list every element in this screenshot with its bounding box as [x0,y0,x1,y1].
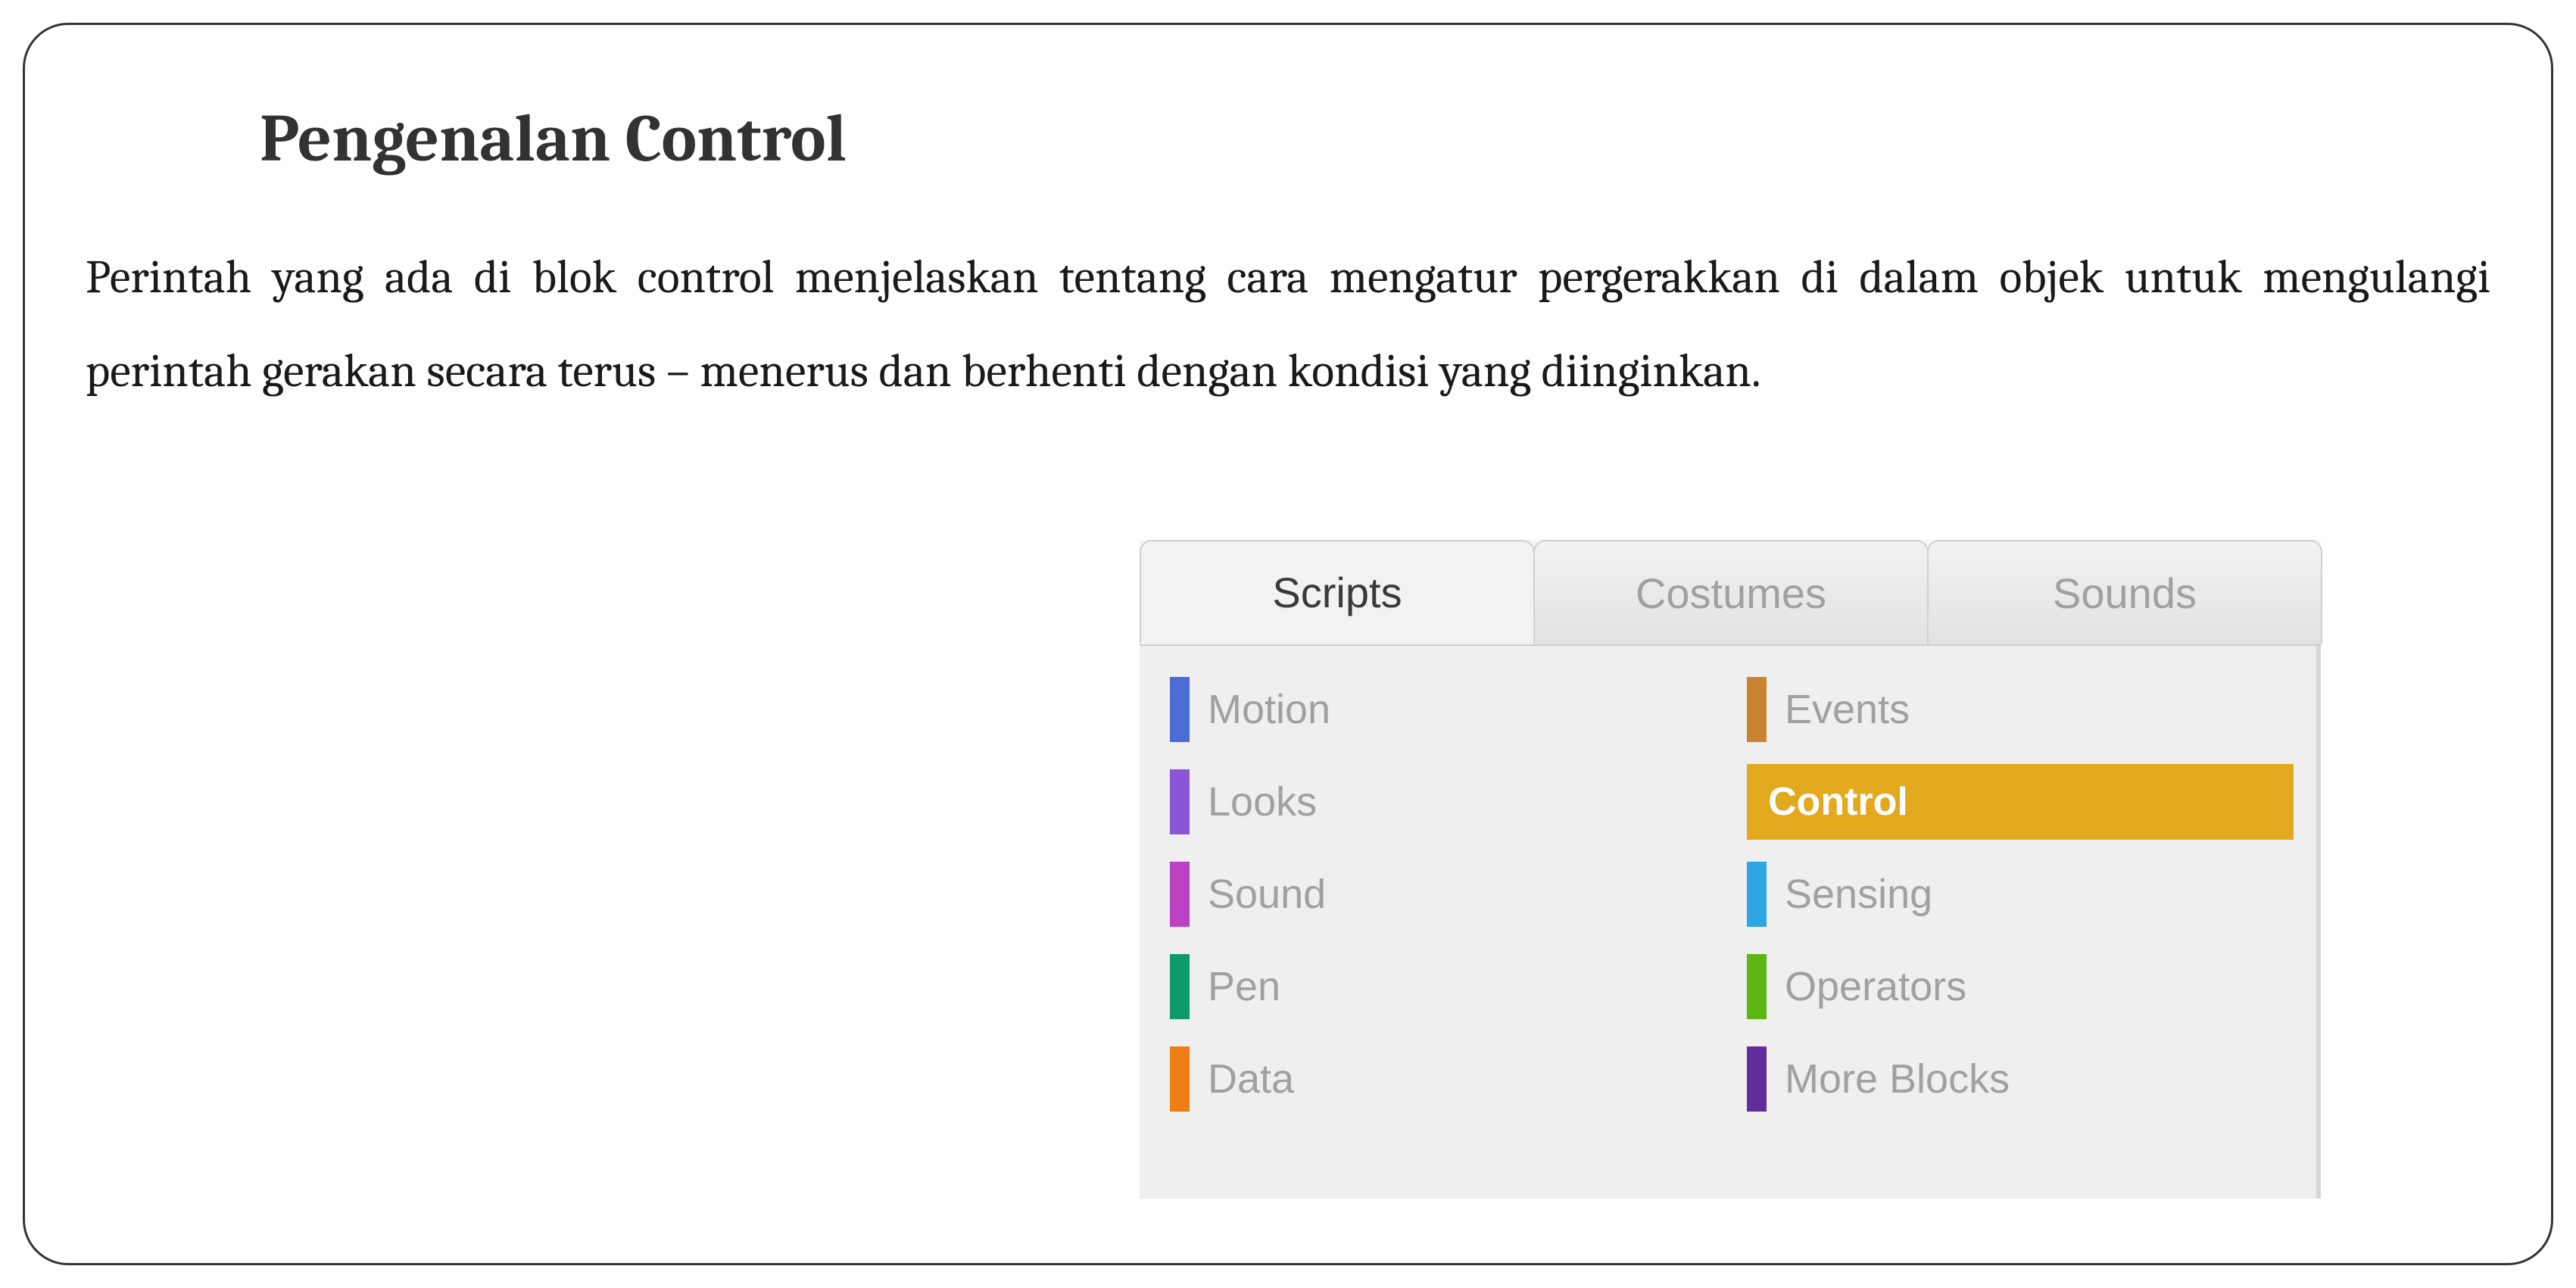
category-label: Sensing [1785,871,1932,918]
swatch-pen [1170,954,1190,1019]
category-data[interactable]: Data [1170,1041,1717,1117]
swatch-more-blocks [1747,1046,1767,1112]
category-label: Motion [1208,686,1330,733]
scratch-palette-screenshot: Scripts Costumes Sounds Motion Looks Sou… [1140,540,2321,1199]
category-sound[interactable]: Sound [1170,856,1717,932]
category-motion[interactable]: Motion [1170,672,1717,747]
category-label: Pen [1208,963,1280,1010]
category-label: Control [1768,779,1908,825]
section-body: Perintah yang ada di blok control menjel… [86,230,2490,418]
categories-area: Motion Looks Sound Pen Data [1140,646,2321,1199]
category-control[interactable]: Control [1747,764,2294,840]
swatch-operators [1747,954,1767,1019]
swatch-sensing [1747,862,1767,927]
category-label: Operators [1785,963,1966,1010]
categories-right-column: Events Control Sensing Operators More Bl… [1747,672,2294,1184]
category-looks[interactable]: Looks [1170,764,1717,840]
tabs-row: Scripts Costumes Sounds [1140,540,2321,646]
swatch-data [1170,1046,1190,1112]
category-pen[interactable]: Pen [1170,949,1717,1024]
swatch-events [1747,677,1767,742]
category-more-blocks[interactable]: More Blocks [1747,1041,2294,1117]
section-heading: Pengenalan Control [260,101,2490,177]
category-sensing[interactable]: Sensing [1747,856,2294,932]
category-label: Sound [1208,871,1326,918]
tab-costumes[interactable]: Costumes [1533,540,1929,644]
category-label: Data [1208,1056,1294,1102]
swatch-looks [1170,769,1190,834]
tab-scripts[interactable]: Scripts [1140,540,1535,644]
category-label: Looks [1208,778,1317,825]
tab-sounds[interactable]: Sounds [1927,540,2322,644]
document-card: Pengenalan Control Perintah yang ada di … [23,23,2553,1265]
category-operators[interactable]: Operators [1747,949,2294,1024]
category-events[interactable]: Events [1747,672,2294,747]
categories-left-column: Motion Looks Sound Pen Data [1170,672,1717,1184]
swatch-motion [1170,677,1190,742]
category-label: More Blocks [1785,1056,2010,1102]
swatch-sound [1170,862,1190,927]
category-label: Events [1785,686,1910,733]
